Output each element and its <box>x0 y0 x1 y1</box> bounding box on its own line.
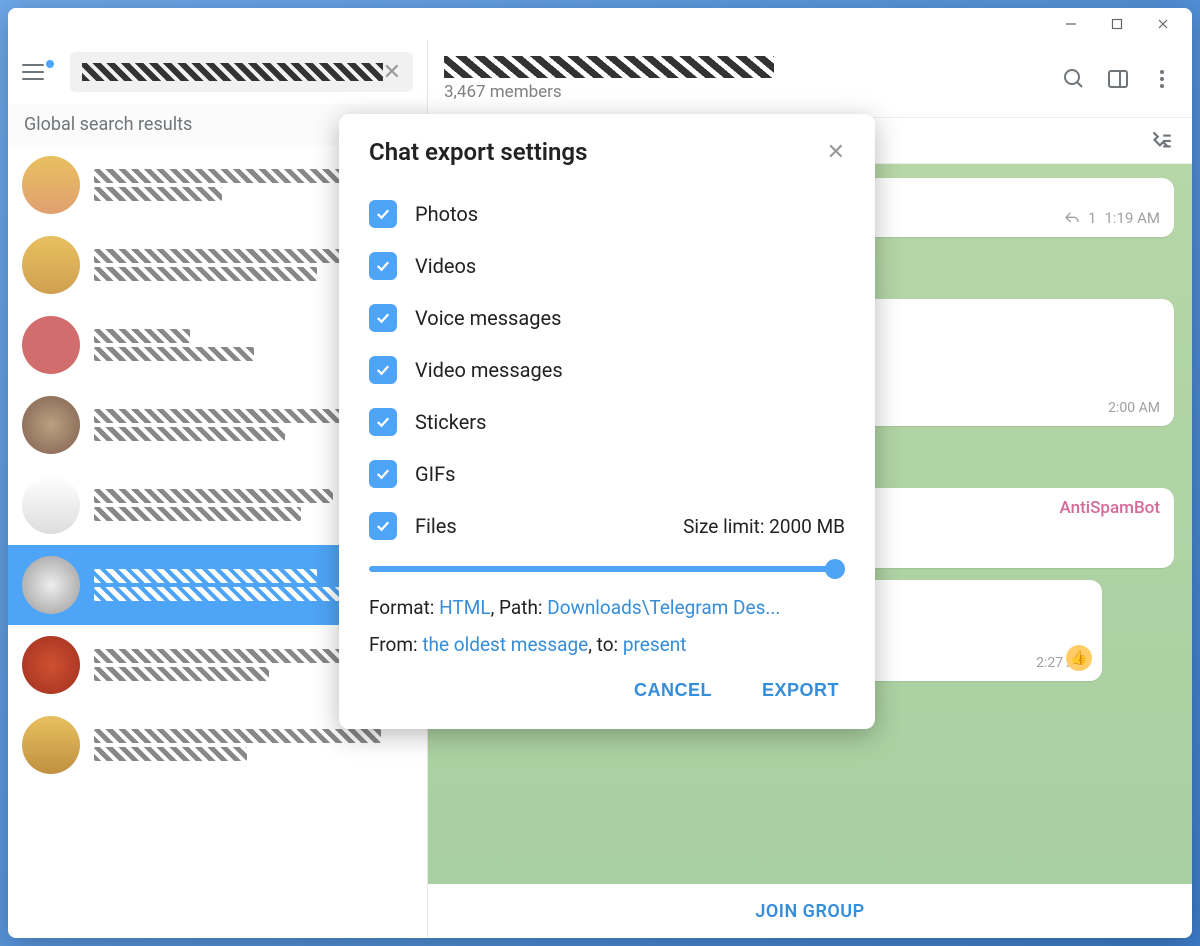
export-settings-dialog: Chat export settings ✕ Photos Videos Voi… <box>339 114 875 729</box>
date-range-row: From: the oldest message, to: present <box>369 633 845 656</box>
size-limit-slider[interactable] <box>369 566 845 572</box>
checkbox-label: Photos <box>415 202 845 226</box>
export-button[interactable]: EXPORT <box>756 670 845 711</box>
checkbox-files[interactable]: Files Size limit: 2000 MB <box>369 500 845 552</box>
checkbox-icon <box>369 356 397 384</box>
path-label: , Path: <box>491 596 548 619</box>
size-limit-label: Size limit: 2000 MB <box>683 515 845 538</box>
dialog-overlay: Chat export settings ✕ Photos Videos Voi… <box>8 8 1192 938</box>
checkbox-icon <box>369 200 397 228</box>
checkbox-label: Voice messages <box>415 306 845 330</box>
format-link[interactable]: HTML <box>439 596 490 619</box>
checkbox-voice[interactable]: Voice messages <box>369 292 845 344</box>
to-link[interactable]: present <box>623 633 687 656</box>
dialog-title: Chat export settings <box>369 138 587 166</box>
checkbox-label: Files <box>415 514 665 538</box>
checkbox-icon <box>369 408 397 436</box>
checkbox-label: GIFs <box>415 462 845 486</box>
from-label: From: <box>369 633 422 656</box>
checkbox-videos[interactable]: Videos <box>369 240 845 292</box>
path-link[interactable]: Downloads\Telegram Des... <box>547 596 780 619</box>
to-label: , to: <box>588 633 623 656</box>
checkbox-stickers[interactable]: Stickers <box>369 396 845 448</box>
checkbox-video-messages[interactable]: Video messages <box>369 344 845 396</box>
cancel-button[interactable]: CANCEL <box>628 670 718 711</box>
checkbox-label: Videos <box>415 254 845 278</box>
checkbox-photos[interactable]: Photos <box>369 188 845 240</box>
checkbox-label: Video messages <box>415 358 845 382</box>
format-path-row: Format: HTML, Path: Downloads\Telegram D… <box>369 596 845 619</box>
checkbox-icon <box>369 512 397 540</box>
checkbox-label: Stickers <box>415 410 845 434</box>
checkbox-icon <box>369 252 397 280</box>
checkbox-gifs[interactable]: GIFs <box>369 448 845 500</box>
from-link[interactable]: the oldest message <box>422 633 588 656</box>
app-window: ✕ Global search results <box>8 8 1192 938</box>
checkbox-icon <box>369 304 397 332</box>
format-label: Format: <box>369 596 439 619</box>
close-icon[interactable]: ✕ <box>827 140 845 165</box>
slider-thumb[interactable] <box>825 559 845 579</box>
checkbox-icon <box>369 460 397 488</box>
